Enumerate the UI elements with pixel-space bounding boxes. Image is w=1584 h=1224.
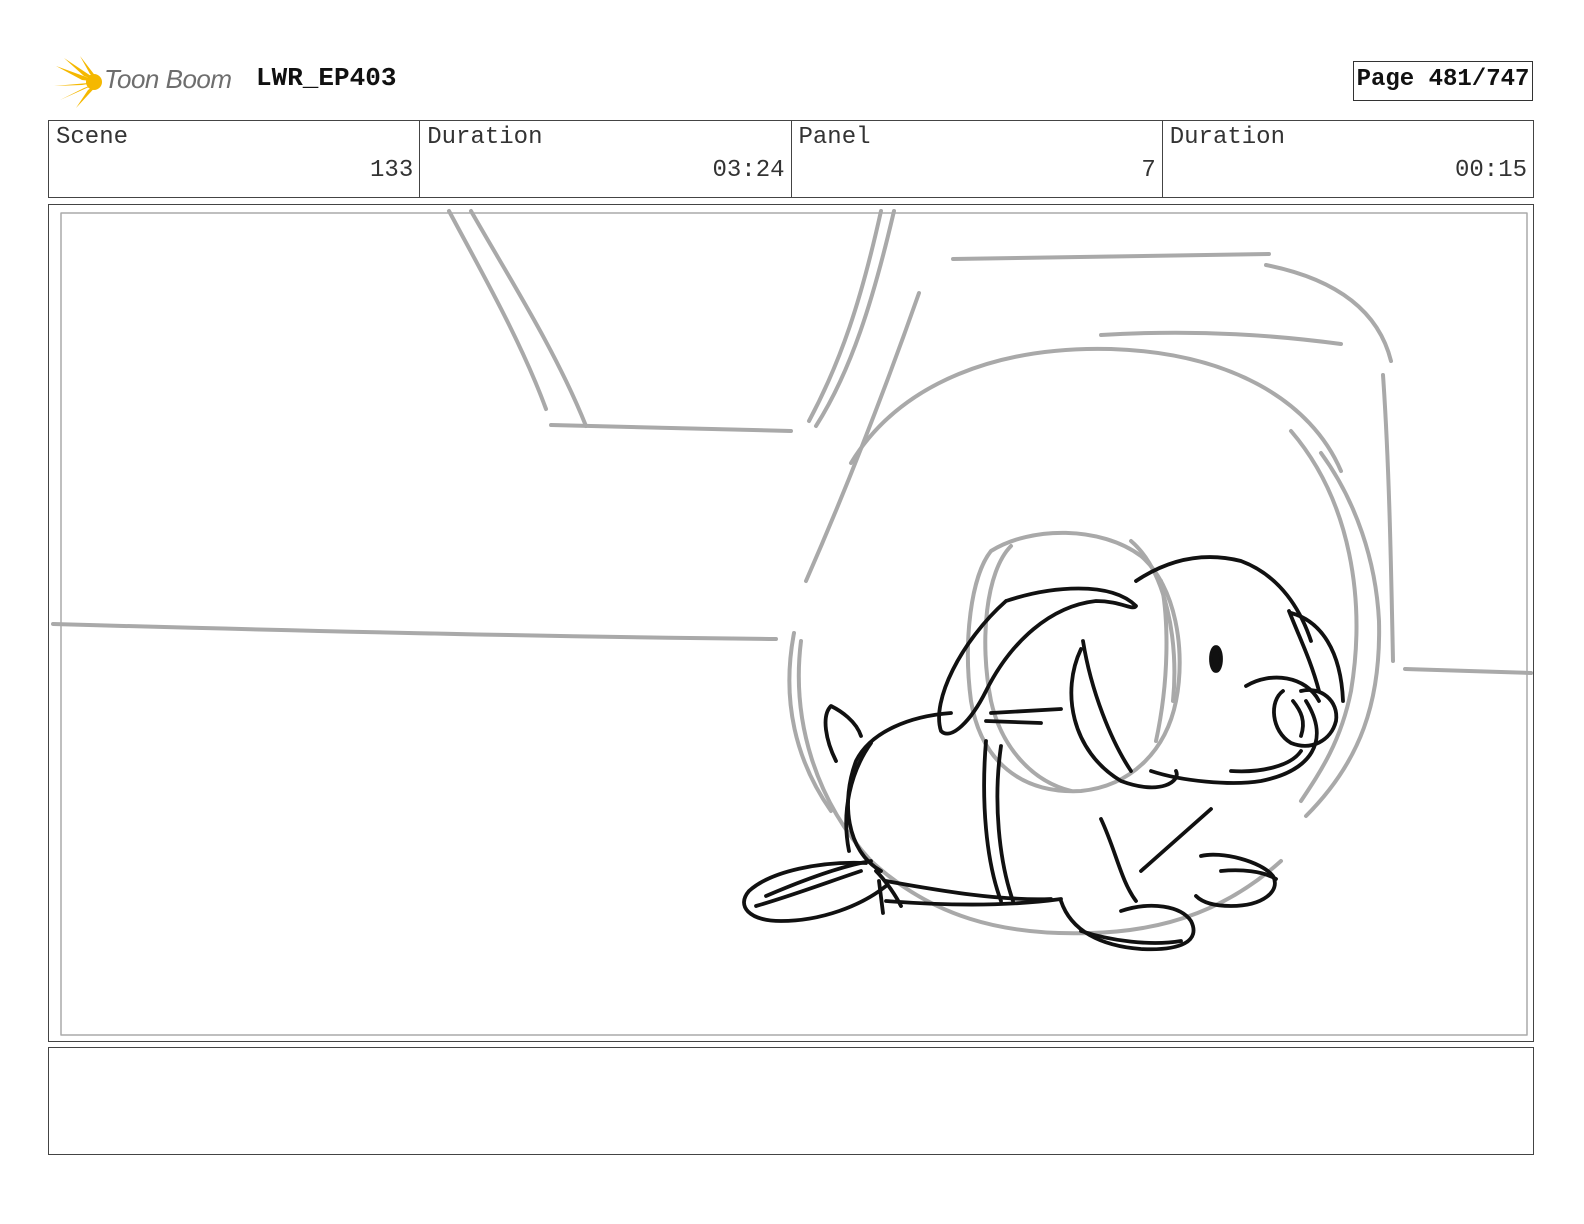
scene-value: 133	[370, 157, 414, 184]
panel-label: Panel	[798, 124, 871, 151]
scene-label: Scene	[56, 124, 129, 151]
scene-duration-value: 03:24	[712, 157, 785, 184]
panel-value: 7	[1141, 157, 1156, 184]
project-title: LWR_EP403	[256, 63, 397, 93]
logo-text: Toon Boom	[104, 64, 232, 94]
page-indicator: Page 481/747	[1353, 61, 1533, 101]
notes-panel	[48, 1047, 1534, 1155]
storyboard-panel	[48, 204, 1534, 1042]
scene-info-bar: Scene 133 Duration 03:24 Panel 7 Duratio…	[48, 120, 1534, 198]
panel-duration-cell: Duration 00:15	[1163, 121, 1533, 197]
storyboard-sketch	[51, 209, 1533, 1036]
scene-cell: Scene 133	[49, 121, 421, 197]
panel-cell: Panel 7	[792, 121, 1163, 197]
panel-duration-label: Duration	[1169, 124, 1285, 151]
scene-duration-label: Duration	[427, 124, 543, 151]
panel-duration-value: 00:15	[1454, 157, 1527, 184]
scene-duration-cell: Duration 03:24	[420, 121, 792, 197]
